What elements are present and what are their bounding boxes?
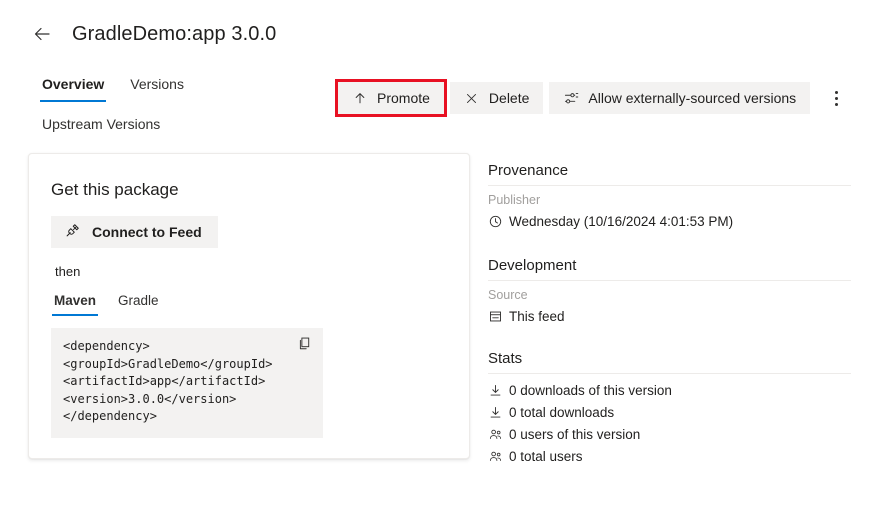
code-tab-gradle[interactable]: Gradle [116, 291, 161, 316]
download-icon [488, 384, 502, 398]
stat-downloads-version-label: 0 downloads of this version [509, 383, 672, 398]
promote-button[interactable]: Promote [335, 79, 447, 117]
then-label: then [55, 264, 81, 279]
stats-title: Stats [488, 350, 523, 367]
stats-divider [488, 373, 851, 374]
development-divider [488, 280, 851, 281]
people-icon [488, 428, 502, 442]
stat-total-users: 0 total users [488, 447, 856, 466]
stat-total-users-label: 0 total users [509, 449, 583, 464]
tab-overview-label: Overview [42, 76, 105, 92]
code-tab-list: Maven Gradle [51, 291, 447, 316]
arrow-up-icon [352, 90, 368, 106]
card-title: Get this package [51, 180, 179, 199]
download-icon [488, 406, 502, 420]
more-dots [834, 90, 838, 106]
code-tab-maven[interactable]: Maven [52, 291, 99, 316]
plug-connect-icon [64, 222, 81, 242]
copy-icon[interactable] [297, 336, 313, 352]
settings-sliders-icon [563, 90, 579, 106]
subtab-upstream-versions[interactable]: Upstream Versions [42, 116, 160, 132]
publisher-value-row: Wednesday (10/16/2024 4:01:53 PM) [488, 212, 856, 231]
command-bar: Promote Delete Allow externally-sourced … [335, 79, 851, 117]
feed-icon [488, 310, 502, 324]
promote-button-label: Promote [377, 90, 430, 106]
details-column: Provenance Publisher Wednesday (10/16/20… [488, 153, 856, 469]
tab-versions-label: Versions [130, 76, 184, 92]
content-area: Get this package Connect to Feed then Ma… [0, 153, 895, 469]
delete-button-label: Delete [488, 90, 530, 106]
development-title: Development [488, 257, 577, 274]
connect-to-feed-label: Connect to Feed [92, 224, 202, 240]
dot-1 [834, 90, 838, 94]
allow-external-versions-label: Allow externally-sourced versions [588, 90, 797, 106]
stat-total-downloads-label: 0 total downloads [509, 405, 615, 420]
connect-to-feed-button[interactable]: Connect to Feed [51, 216, 218, 248]
source-value: This feed [509, 309, 565, 324]
people-icon [488, 450, 502, 464]
tab-list: Overview Versions [40, 72, 186, 102]
dependency-snippet: <dependency> <groupId>GradleDemo</groupI… [51, 328, 323, 438]
stat-users-version-label: 0 users of this version [509, 427, 641, 442]
stat-downloads-version: 0 downloads of this version [488, 381, 856, 400]
source-label: Source [488, 288, 528, 302]
publisher-value: Wednesday (10/16/2024 4:01:53 PM) [509, 214, 734, 229]
tab-versions[interactable]: Versions [128, 72, 186, 102]
delete-button[interactable]: Delete [449, 82, 544, 114]
dot-3 [834, 102, 838, 106]
page-header: GradleDemo:app 3.0.0 [0, 0, 895, 46]
dependency-snippet-text: <dependency> <groupId>GradleDemo</groupI… [63, 339, 273, 423]
subtab-row: Upstream Versions [0, 116, 895, 134]
page-title: GradleDemo:app 3.0.0 [72, 22, 277, 45]
code-tab-gradle-label: Gradle [118, 293, 159, 308]
stats-list: 0 downloads of this version 0 total down… [488, 381, 856, 466]
provenance-title: Provenance [488, 162, 569, 179]
dot-2 [834, 96, 838, 100]
arrow-left-icon[interactable] [30, 22, 54, 46]
stat-users-version: 0 users of this version [488, 425, 856, 444]
publisher-label: Publisher [488, 193, 541, 207]
allow-external-versions-button[interactable]: Allow externally-sourced versions [549, 82, 811, 114]
provenance-divider [488, 185, 851, 186]
tab-overview[interactable]: Overview [40, 72, 107, 102]
more-vertical-icon[interactable] [821, 82, 851, 114]
clock-icon [488, 215, 502, 229]
code-tab-maven-label: Maven [54, 293, 97, 308]
get-this-package-card: Get this package Connect to Feed then Ma… [28, 153, 470, 459]
source-value-row: This feed [488, 307, 856, 326]
close-x-icon [464, 90, 480, 106]
stat-total-downloads: 0 total downloads [488, 403, 856, 422]
